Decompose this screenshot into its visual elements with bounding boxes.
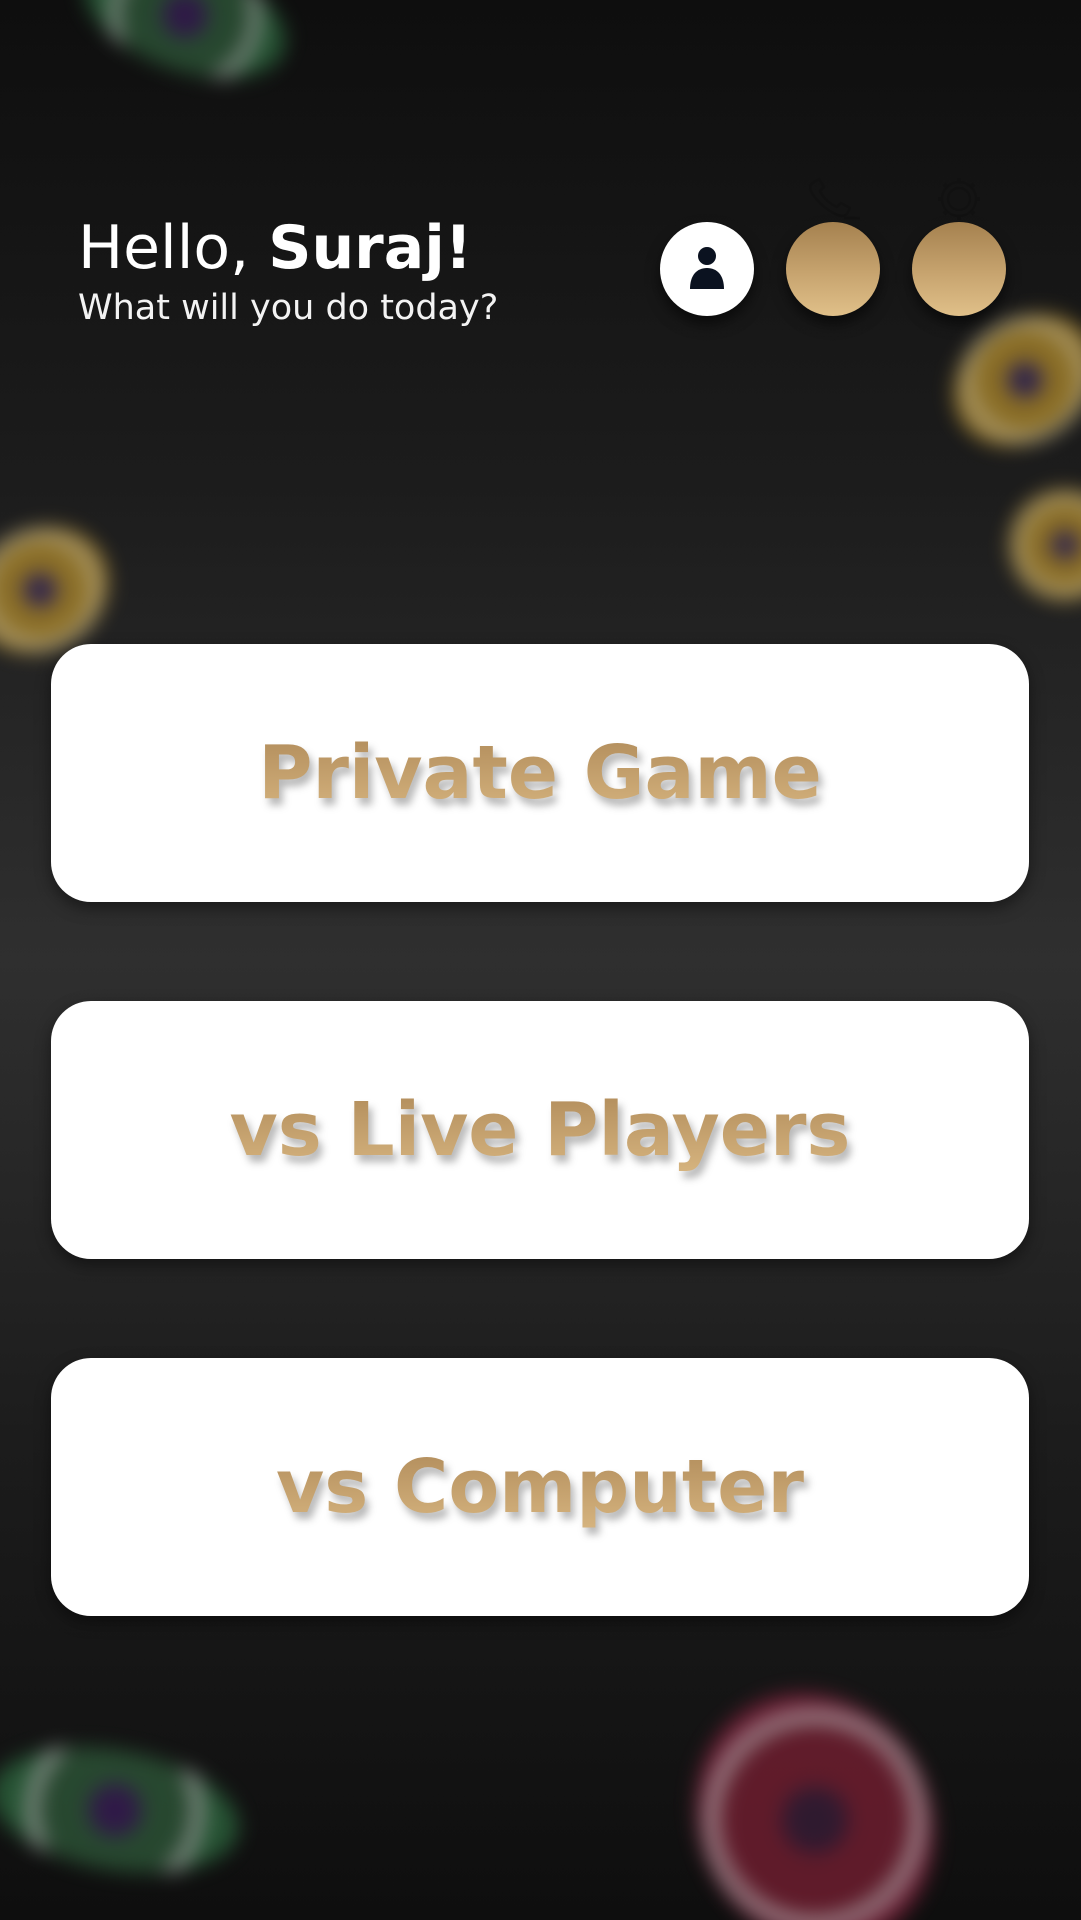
vs-computer-button[interactable]: vs Computer — [51, 1358, 1029, 1616]
vs-live-players-label: vs Live Players — [229, 1087, 851, 1173]
settings-button[interactable] — [912, 222, 1006, 316]
greeting-subtitle: What will you do today? — [78, 288, 499, 328]
background-chip-gold — [989, 469, 1081, 621]
background-chip-green — [0, 1729, 249, 1891]
greeting: Hello, Suraj! What will you do today? — [78, 212, 498, 328]
vs-live-players-button[interactable]: vs Live Players — [51, 1001, 1029, 1259]
support-button[interactable] — [786, 222, 880, 316]
private-game-button[interactable]: Private Game — [51, 644, 1029, 902]
profile-button[interactable] — [660, 222, 754, 316]
greeting-hello-prefix: Hello, — [78, 213, 269, 283]
vs-computer-label: vs Computer — [275, 1444, 804, 1530]
person-icon — [688, 245, 726, 293]
user-name: Suraj! — [268, 213, 473, 283]
private-game-label: Private Game — [258, 730, 822, 816]
gear-icon — [931, 176, 987, 226]
background-chip-red — [650, 1649, 980, 1920]
phone-icon — [806, 176, 862, 226]
greeting-hello: Hello, Suraj! — [78, 212, 498, 284]
background-chip-green — [67, 0, 303, 103]
